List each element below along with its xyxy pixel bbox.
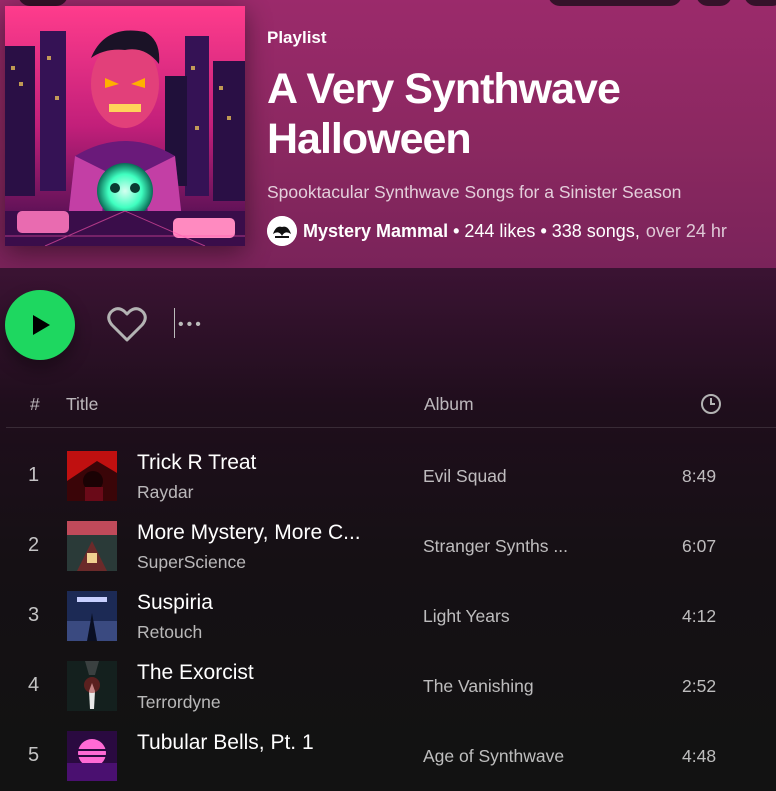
- heart-icon: [107, 307, 147, 342]
- separator-dot: •: [453, 220, 460, 241]
- track-row[interactable]: 3 Suspiria Retouch Light Years 4:12: [0, 581, 776, 651]
- header-divider: [6, 427, 776, 428]
- column-number: #: [30, 394, 40, 414]
- track-title[interactable]: Tubular Bells, Pt. 1: [137, 731, 402, 755]
- track-duration: 4:48: [682, 746, 717, 766]
- track-artwork: [67, 451, 117, 501]
- column-title[interactable]: Title: [66, 394, 98, 415]
- track-duration: 4:12: [682, 606, 717, 626]
- track-artist[interactable]: SuperScience: [137, 552, 246, 573]
- playlist-type-label: Playlist: [267, 28, 327, 47]
- track-duration: 8:49: [682, 466, 717, 486]
- track-number: 2: [28, 534, 40, 556]
- play-button[interactable]: [5, 290, 75, 360]
- column-album[interactable]: Album: [424, 394, 474, 415]
- track-artwork: [67, 731, 117, 781]
- notification-button[interactable]: [696, 0, 732, 6]
- playlist-description: Spooktacular Synthwave Songs for a Sinis…: [267, 182, 682, 202]
- track-row[interactable]: 1 Trick R Treat Raydar Evil Squad 8:49: [0, 441, 776, 511]
- songs-count: 338 songs,: [551, 220, 640, 241]
- track-title[interactable]: Suspiria: [137, 591, 402, 615]
- profile-button[interactable]: [744, 0, 776, 6]
- text-cursor: [174, 308, 175, 338]
- track-artist[interactable]: Retouch: [137, 622, 202, 643]
- more-options-button[interactable]: •••: [172, 306, 208, 342]
- more-icon: •••: [178, 316, 204, 333]
- separator-dot: •: [540, 220, 547, 241]
- track-number: 5: [28, 744, 40, 766]
- track-artwork: [67, 661, 117, 711]
- tracklist-header: # Title Album: [0, 394, 776, 418]
- likes-count: 244 likes: [464, 220, 536, 241]
- track-artist[interactable]: Raydar: [137, 482, 193, 503]
- track-duration: 6:07: [682, 536, 717, 556]
- playlist-header: Playlist A Very Synthwave Halloween Spoo…: [0, 0, 776, 268]
- track-row[interactable]: 5 Tubular Bells, Pt. 1 Age of Synthwave …: [0, 721, 776, 791]
- track-title[interactable]: Trick R Treat: [137, 451, 402, 475]
- track-title[interactable]: The Exorcist: [137, 661, 402, 685]
- playlist-byline: Mystery Mammal • 244 likes • 338 songs, …: [267, 216, 727, 246]
- track-artist[interactable]: Terrordyne: [137, 692, 221, 713]
- track-row[interactable]: 4 The Exorcist Terrordyne The Vanishing …: [0, 651, 776, 721]
- track-album[interactable]: The Vanishing: [423, 676, 593, 697]
- playlist-cover-image: [5, 6, 245, 246]
- owner-link[interactable]: Mystery Mammal: [303, 221, 448, 242]
- track-album[interactable]: Evil Squad: [423, 466, 593, 487]
- playlist-title: A Very Synthwave Halloween: [267, 65, 621, 163]
- track-album[interactable]: Stranger Synths ...: [423, 536, 593, 557]
- play-icon: [33, 315, 50, 335]
- track-album[interactable]: Light Years: [423, 606, 593, 627]
- track-artwork: [67, 591, 117, 641]
- header-action-button[interactable]: [548, 0, 682, 6]
- track-number: 3: [28, 604, 40, 626]
- track-title[interactable]: More Mystery, More C...: [137, 521, 402, 545]
- track-album[interactable]: Age of Synthwave: [423, 746, 593, 767]
- track-row[interactable]: 2 More Mystery, More C... SuperScience S…: [0, 511, 776, 581]
- track-duration: 2:52: [682, 676, 717, 696]
- clock-icon[interactable]: [700, 393, 722, 420]
- track-number: 4: [28, 674, 40, 696]
- owner-avatar[interactable]: [267, 216, 297, 246]
- track-number: 1: [28, 464, 40, 486]
- track-artwork: [67, 521, 117, 571]
- total-duration: over 24 hr: [645, 220, 727, 241]
- like-button[interactable]: [106, 304, 148, 344]
